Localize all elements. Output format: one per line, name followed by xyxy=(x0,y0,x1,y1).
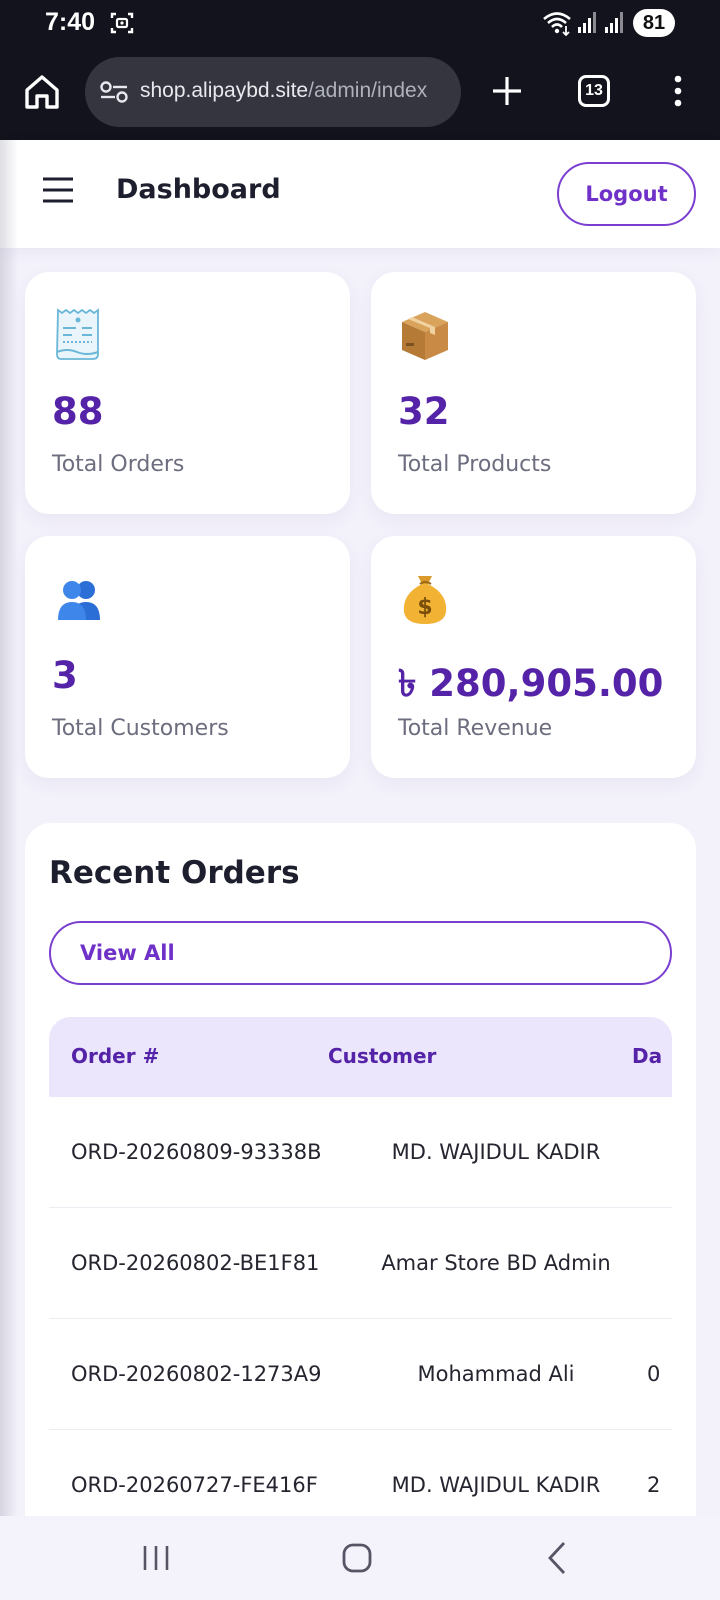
receipt-icon xyxy=(56,308,99,360)
stat-label: Total Revenue xyxy=(398,716,553,741)
signal-strength-icon xyxy=(578,12,596,33)
customer-name: Amar Store BD Admin xyxy=(381,1251,611,1275)
signal-strength-icon xyxy=(605,12,623,33)
order-number: ORD-20260802-1273A9 xyxy=(71,1362,322,1386)
browser-toolbar: shop.alipaybd.site/admin/index 13 xyxy=(0,46,720,140)
recent-orders-card: Recent Orders View All Order # Customer … xyxy=(25,823,696,1583)
stat-card-orders: 88 Total Orders xyxy=(25,272,350,514)
stat-card-products: 32 Total Products xyxy=(371,272,696,514)
hamburger-menu-icon[interactable] xyxy=(42,176,74,204)
view-all-button[interactable]: View All xyxy=(49,921,672,985)
tab-switcher-button[interactable]: 13 xyxy=(578,75,610,107)
site-settings-icon[interactable] xyxy=(99,80,129,104)
table-header: Order # Customer Da xyxy=(49,1017,672,1097)
wifi-icon xyxy=(543,12,571,36)
status-time: 7:40 xyxy=(45,8,96,36)
address-bar[interactable]: shop.alipaybd.site/admin/index xyxy=(85,57,461,127)
url-text[interactable]: shop.alipaybd.site/admin/index xyxy=(140,79,427,103)
more-vert-icon[interactable] xyxy=(672,74,684,108)
stat-value: ৳ 280,905.00 xyxy=(398,662,664,705)
svg-text:$: $ xyxy=(417,595,432,620)
stat-value: 32 xyxy=(398,390,450,433)
column-header-customer: Customer xyxy=(328,1044,437,1068)
stat-value: 3 xyxy=(52,654,78,697)
order-number: ORD-20260802-BE1F81 xyxy=(71,1251,320,1275)
order-number: ORD-20260809-93338B xyxy=(71,1140,322,1164)
customer-name: MD. WAJIDUL KADIR xyxy=(391,1140,601,1164)
drawer-edge-shadow xyxy=(0,140,18,1520)
plus-icon[interactable] xyxy=(490,74,524,108)
order-date: 2 xyxy=(647,1473,661,1497)
stat-label: Total Orders xyxy=(52,452,185,477)
order-date: 0 xyxy=(647,1362,661,1386)
users-icon xyxy=(58,581,100,620)
screen-record-icon xyxy=(110,12,134,34)
column-header-date: Da xyxy=(632,1044,663,1068)
table-row[interactable]: ORD-20260809-93338B MD. WAJIDUL KADIR xyxy=(49,1097,672,1208)
system-navigation-bar xyxy=(0,1516,720,1600)
stat-card-revenue: $ ৳ 280,905.00 Total Revenue xyxy=(371,536,696,778)
table-row[interactable]: ORD-20260802-BE1F81 Amar Store BD Admin xyxy=(49,1208,672,1319)
order-number: ORD-20260727-FE416F xyxy=(71,1473,318,1497)
customer-name: Mohammad Ali xyxy=(417,1362,575,1386)
back-icon[interactable] xyxy=(546,1540,568,1576)
app-header: Dashboard Logout xyxy=(0,140,720,248)
package-icon xyxy=(402,312,448,360)
table-row[interactable]: ORD-20260802-1273A9 Mohammad Ali 0 xyxy=(49,1319,672,1430)
stat-card-customers: 3 Total Customers xyxy=(25,536,350,778)
stat-label: Total Products xyxy=(398,452,552,477)
home-button-icon[interactable] xyxy=(341,1542,373,1574)
stat-value: 88 xyxy=(52,390,104,433)
section-title: Recent Orders xyxy=(49,855,300,891)
home-icon[interactable] xyxy=(22,72,62,112)
column-header-order: Order # xyxy=(71,1044,160,1068)
url-host: shop.alipaybd.site xyxy=(140,79,309,102)
battery-indicator: 81 xyxy=(633,9,675,37)
recent-apps-icon[interactable] xyxy=(141,1544,171,1572)
url-path: /admin/index xyxy=(308,79,428,102)
stat-label: Total Customers xyxy=(52,716,229,741)
orders-table[interactable]: Order # Customer Da ORD-20260809-93338B … xyxy=(49,1017,672,1583)
page-title: Dashboard xyxy=(116,174,281,205)
logout-button[interactable]: Logout xyxy=(557,162,696,226)
status-bar: 7:40 81 xyxy=(0,0,720,46)
customer-name: MD. WAJIDUL KADIR xyxy=(391,1473,601,1497)
money-bag-icon: $ xyxy=(403,576,447,624)
